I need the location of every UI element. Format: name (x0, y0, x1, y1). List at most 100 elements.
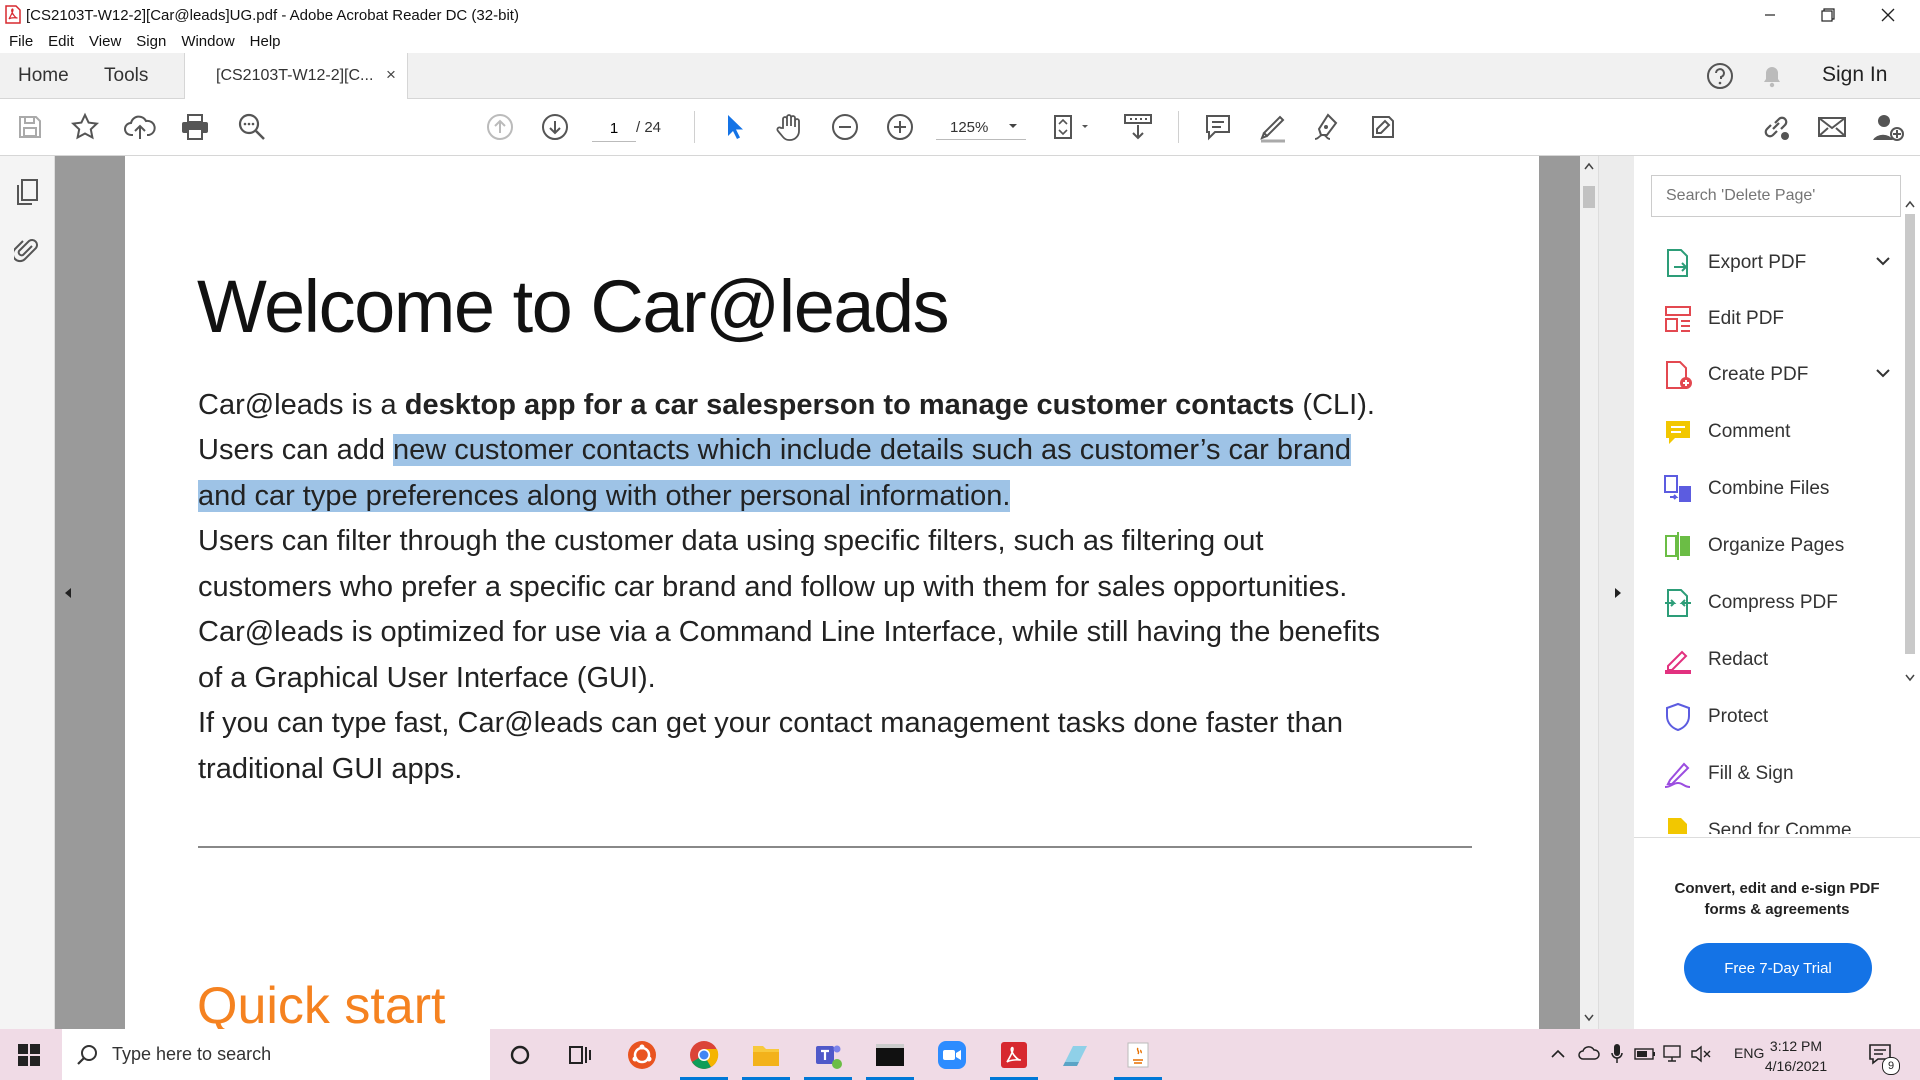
zoom-in-icon[interactable] (880, 99, 920, 155)
scroll-up-arrow-icon[interactable] (1584, 162, 1594, 170)
network-icon[interactable] (1662, 1044, 1684, 1064)
tool-label: Organize Pages (1708, 535, 1845, 556)
right-pane-toggle[interactable] (1598, 156, 1635, 1029)
scroll-thumb[interactable] (1583, 186, 1595, 208)
tool-send-for-comment[interactable]: Send for Comme (1662, 808, 1892, 834)
print-icon[interactable] (175, 99, 215, 155)
cortana-icon[interactable] (490, 1029, 550, 1080)
tab-home[interactable]: Home (18, 53, 69, 98)
protect-icon (1666, 702, 1690, 732)
highlight-pen-icon[interactable] (1253, 99, 1293, 155)
paragraph-line: traditional GUI apps. (198, 753, 463, 785)
menu-edit[interactable]: Edit (48, 33, 74, 50)
add-user-icon[interactable] (1868, 99, 1908, 155)
tab-tools[interactable]: Tools (104, 53, 148, 98)
scroll-up-arrow-icon[interactable] (1905, 200, 1915, 208)
compress-pdf-icon (1665, 589, 1691, 617)
zoom-level-select[interactable]: 125% (936, 115, 1026, 140)
menu-sign[interactable]: Sign (136, 33, 166, 50)
teams-app-icon[interactable] (798, 1029, 858, 1080)
tool-combine-files[interactable]: Combine Files (1662, 466, 1892, 512)
tool-comment[interactable]: Comment (1662, 409, 1892, 455)
send-comment-icon (1668, 818, 1687, 834)
acrobat-taskbar-icon[interactable] (984, 1029, 1044, 1080)
scroll-down-arrow-icon[interactable] (1584, 1014, 1594, 1022)
collapse-left-pane-arrow-icon[interactable] (63, 586, 73, 600)
page-thumbnails-icon[interactable] (14, 178, 40, 208)
scroll-down-arrow-icon[interactable] (1905, 674, 1915, 682)
help-icon[interactable] (1706, 62, 1734, 90)
tool-create-pdf[interactable]: Create PDF (1662, 352, 1892, 398)
zoom-out-icon[interactable] (825, 99, 865, 155)
select-cursor-icon[interactable] (715, 99, 755, 155)
zoom-app-icon[interactable] (922, 1029, 982, 1080)
microphone-icon[interactable] (1610, 1043, 1624, 1065)
restore-button[interactable] (1800, 0, 1856, 29)
tool-clip: Send for Comme (1634, 808, 1896, 834)
share-edit-icon[interactable] (1363, 99, 1403, 155)
battery-icon[interactable] (1634, 1047, 1656, 1061)
menu-help[interactable]: Help (250, 33, 281, 50)
onedrive-cloud-icon[interactable] (1578, 1044, 1600, 1062)
save-icon[interactable] (10, 99, 50, 155)
tray-chevron-up-icon[interactable] (1550, 1047, 1566, 1059)
tools-search-input[interactable] (1651, 175, 1901, 217)
free-trial-button[interactable]: Free 7-Day Trial (1684, 943, 1872, 993)
bookmark-star-icon[interactable] (65, 99, 105, 155)
tab-close-button[interactable]: × (386, 65, 396, 85)
next-page-icon[interactable] (535, 99, 575, 155)
text-span: Car@leads is a (198, 389, 405, 421)
tool-fill-sign[interactable]: Fill & Sign (1662, 751, 1892, 797)
notes-app-icon[interactable] (1046, 1029, 1106, 1080)
sign-pen-icon[interactable] (1308, 99, 1348, 155)
email-icon[interactable] (1812, 99, 1852, 155)
taskbar-search[interactable]: Type here to search (62, 1029, 490, 1080)
terminal-app-icon[interactable] (860, 1029, 920, 1080)
tool-compress-pdf[interactable]: Compress PDF (1662, 580, 1892, 626)
chrome-app-icon[interactable] (674, 1029, 734, 1080)
windows-start-icon[interactable] (18, 1044, 40, 1066)
previous-page-icon[interactable] (480, 99, 520, 155)
window-title: [CS2103T-W12-2][Car@leads]UG.pdf - Adobe… (26, 7, 519, 24)
comment-icon[interactable] (1198, 99, 1238, 155)
ubuntu-app-icon[interactable] (612, 1029, 672, 1080)
upload-cloud-icon[interactable] (120, 99, 160, 155)
tool-redact[interactable]: Redact (1662, 637, 1892, 683)
hand-tool-icon[interactable] (770, 99, 810, 155)
section-heading: Quick start (197, 977, 446, 1029)
page-number-input[interactable] (592, 115, 636, 142)
tool-protect[interactable]: Protect (1662, 694, 1892, 740)
page-heading: Welcome to Car@leads (197, 265, 950, 348)
collapse-right-pane-arrow-icon[interactable] (1613, 586, 1623, 600)
document-scrollbar[interactable] (1580, 156, 1598, 1029)
java-app-icon[interactable] (1108, 1029, 1168, 1080)
page-fit-icon[interactable] (1052, 99, 1092, 155)
highlighted-text[interactable]: new customer contacts which include deta… (393, 434, 1352, 466)
paragraph-line: Car@leads is a desktop app for a car sal… (198, 383, 1538, 429)
close-window-button[interactable] (1860, 0, 1916, 29)
sign-in-button[interactable]: Sign In (1822, 63, 1887, 87)
menu-view[interactable]: View (89, 33, 121, 50)
tool-edit-pdf[interactable]: Edit PDF (1662, 296, 1892, 342)
minimize-button[interactable] (1742, 0, 1798, 29)
attachment-paperclip-icon[interactable] (14, 234, 38, 266)
file-explorer-icon[interactable] (736, 1029, 796, 1080)
find-zoom-icon[interactable] (232, 99, 272, 155)
tool-label: Send for Comme (1708, 820, 1852, 834)
menu-window[interactable]: Window (181, 33, 234, 50)
notification-bell-icon[interactable] (1760, 63, 1784, 89)
volume-muted-icon[interactable] (1690, 1044, 1712, 1064)
combine-files-icon (1664, 475, 1691, 502)
chevron-down-icon[interactable] (1874, 364, 1892, 382)
tools-scrollbar[interactable] (1900, 196, 1920, 839)
task-view-icon[interactable] (550, 1029, 610, 1080)
tool-export-pdf[interactable]: Export PDF (1662, 240, 1892, 286)
tool-organize-pages[interactable]: Organize Pages (1662, 523, 1892, 569)
chevron-down-icon[interactable] (1874, 252, 1892, 270)
menu-file[interactable]: File (9, 33, 33, 50)
share-link-icon[interactable] (1756, 99, 1796, 155)
scroll-thumb[interactable] (1905, 214, 1915, 654)
taskbar-clock[interactable]: 3:12 PM 4/16/2021 (1756, 1036, 1836, 1076)
scroll-mode-icon[interactable] (1118, 99, 1158, 155)
highlighted-text[interactable]: and car type preferences along with othe… (198, 480, 1011, 512)
